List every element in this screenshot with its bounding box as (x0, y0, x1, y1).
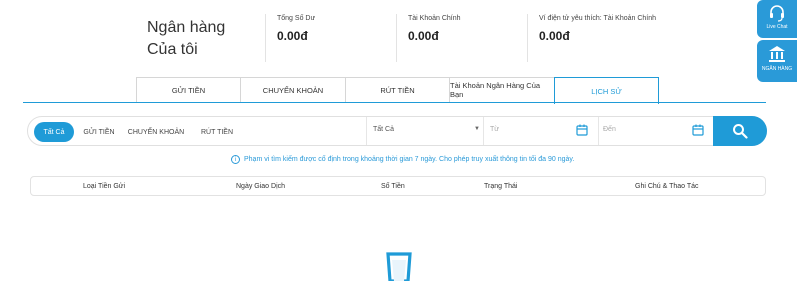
page-title-line1: Ngân hàng (147, 19, 226, 36)
divider (396, 14, 397, 62)
bank-button[interactable]: NGÂN HÀNG (757, 40, 797, 82)
status-select[interactable]: Tất Cả (373, 126, 394, 133)
column-header: Loại Tiền Gửi (83, 183, 126, 190)
divider (598, 117, 599, 145)
stat-label: Ví điện tử yêu thích: Tài Khoản Chính (539, 15, 657, 22)
tab-history[interactable]: LỊCH SỬ (554, 77, 659, 104)
filter-all[interactable]: Tất Cả (34, 122, 74, 142)
stat-total-balance: Tổng Số Dư 0.00đ (277, 15, 315, 43)
stat-value: 0.00đ (277, 29, 308, 43)
tab-deposit[interactable]: GỬI TIỀN (136, 77, 240, 103)
column-header: Số Tiền (381, 183, 405, 190)
calendar-icon[interactable] (692, 124, 704, 136)
stat-main-account: Tài Khoản Chính 0.00đ (408, 15, 461, 43)
divider (265, 14, 266, 62)
page-title: Ngân hàng Của tôi (147, 17, 225, 61)
search-range-notice: i Phạm vi tìm kiếm được cố định trong kh… (231, 155, 574, 164)
column-header: Ngày Giao Dịch (236, 183, 286, 190)
from-date-input[interactable]: Từ (490, 126, 499, 133)
bank-icon (769, 46, 785, 62)
divider (483, 117, 484, 145)
stat-value: 0.00đ (539, 29, 570, 43)
stat-label: Tổng Số Dư (277, 15, 316, 22)
tab-transfer[interactable]: CHUYỂN KHOẢN (240, 77, 345, 103)
page-title-line2: Của tôi (147, 41, 198, 58)
info-icon: i (231, 155, 240, 164)
filter-withdraw[interactable]: RÚT TIỀN (194, 122, 240, 142)
stat-label: Tài Khoản Chính (408, 15, 461, 22)
empty-box-icon (386, 252, 412, 281)
bank-label: NGÂN HÀNG (761, 66, 793, 72)
calendar-icon[interactable] (576, 124, 588, 136)
tab-underline (23, 102, 766, 103)
search-icon (733, 124, 748, 139)
notice-text: Phạm vi tìm kiếm được cố định trong khoả… (244, 156, 575, 163)
stat-favorite-wallet: Ví điện tử yêu thích: Tài Khoản Chính 0.… (539, 15, 656, 43)
headset-icon (770, 5, 784, 22)
divider (527, 14, 528, 62)
column-header: Trạng Thái (484, 183, 518, 190)
stat-value: 0.00đ (408, 29, 439, 43)
search-button[interactable] (713, 116, 767, 146)
tab-withdraw[interactable]: RÚT TIỀN (345, 77, 449, 103)
tab-bank-accounts[interactable]: Tài Khoản Ngân Hàng Của Bạn (449, 77, 554, 103)
chevron-down-icon: ▼ (474, 126, 480, 132)
tab-bar: GỬI TIỀN CHUYỂN KHOẢN RÚT TIỀN Tài Khoản… (136, 77, 659, 104)
column-header: Ghi Chú & Thao Tác (635, 183, 699, 190)
divider (366, 117, 367, 145)
filter-deposit[interactable]: GỬI TIỀN (80, 122, 118, 142)
history-table-header: Loại Tiền Gửi Ngày Giao Dịch Số Tiền Trạ… (30, 176, 766, 196)
filter-transfer[interactable]: CHUYỂN KHOẢN (124, 122, 188, 142)
bank-page: Ngân hàng Của tôi Tổng Số Dư 0.00đ Tài K… (0, 0, 800, 281)
filter-bar: Tất Cả GỬI TIỀN CHUYỂN KHOẢN RÚT TIỀN Tấ… (27, 116, 767, 146)
live-chat-button[interactable]: Live Chat (757, 0, 797, 38)
live-chat-label: Live Chat (766, 24, 788, 30)
to-date-input[interactable]: Đến (603, 126, 616, 133)
